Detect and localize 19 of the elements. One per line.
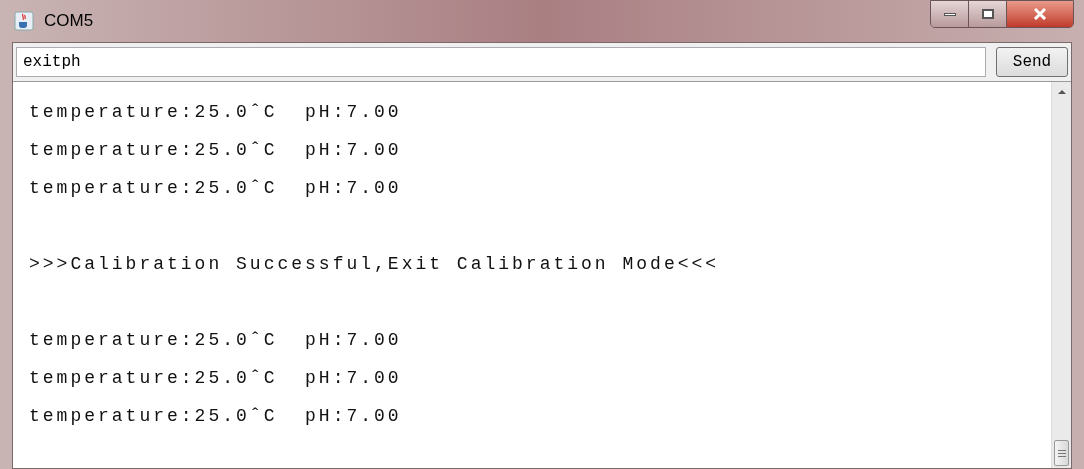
output-line: temperature:25.0ˆC pH:7.00 xyxy=(29,368,402,388)
output-line: temperature:25.0ˆC pH:7.00 xyxy=(29,140,402,160)
close-icon xyxy=(1033,8,1047,20)
window-title: COM5 xyxy=(44,10,94,33)
scrollbar[interactable] xyxy=(1051,82,1071,468)
send-button[interactable]: Send xyxy=(996,47,1068,77)
scrollbar-thumb[interactable] xyxy=(1054,440,1069,466)
output-line: >>>Calibration Successful,Exit Calibration Mode<<< xyxy=(29,254,720,274)
output-line: temperature:25.0ˆC pH:7.00 xyxy=(29,330,402,350)
command-input-field[interactable]: exitph xyxy=(16,47,986,77)
output-line: temperature:25.0ˆC pH:7.00 xyxy=(29,406,402,426)
coffee-cup-icon xyxy=(14,11,34,31)
minimize-button[interactable] xyxy=(931,1,969,27)
close-button[interactable] xyxy=(1007,1,1073,27)
output-line: temperature:25.0ˆC pH:7.00 xyxy=(29,102,402,122)
maximize-icon xyxy=(981,9,994,19)
maximize-button[interactable] xyxy=(969,1,1007,27)
minimize-icon xyxy=(943,12,956,16)
output-line: temperature:25.0ˆC pH:7.00 xyxy=(29,178,402,198)
